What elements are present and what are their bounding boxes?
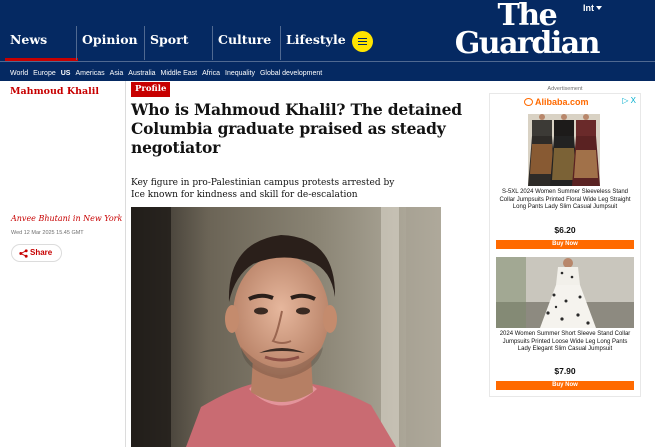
buy-now-button-1[interactable]: Buy Now bbox=[496, 240, 634, 249]
ad-header: Alibaba.com ▷ X bbox=[490, 94, 640, 108]
publish-date: Wed 12 Mar 2025 15.45 GMT bbox=[11, 230, 84, 236]
main-photo[interactable] bbox=[131, 207, 441, 447]
product-title-2: 2024 Women Summer Short Sleeve Stand Col… bbox=[499, 331, 631, 352]
headline: Who is Mahmoud Khalil? The detained Colu… bbox=[131, 100, 462, 157]
product-price-1: $6.20 bbox=[554, 225, 576, 235]
subnav-asia[interactable]: Asia bbox=[110, 70, 124, 77]
share-icon bbox=[19, 249, 28, 258]
pillar-sport[interactable]: Sport bbox=[144, 26, 212, 60]
hamburger-menu-icon[interactable] bbox=[352, 31, 373, 52]
ad-label: Advertisement bbox=[547, 86, 583, 92]
profile-tag: Profile bbox=[131, 82, 171, 97]
pillar-lifestyle[interactable]: Lifestyle bbox=[280, 26, 348, 60]
pillar-news[interactable]: News bbox=[5, 26, 78, 61]
series-link[interactable]: Mahmoud Khalil bbox=[10, 86, 99, 97]
byline[interactable]: Anvee Bhutani in New York bbox=[11, 214, 122, 223]
subnav-africa[interactable]: Africa bbox=[202, 70, 220, 77]
subnav-americas[interactable]: Americas bbox=[75, 70, 104, 77]
subnav: World Europe US Americas Asia Australia Middle… bbox=[0, 61, 655, 81]
advertisement[interactable]: Alibaba.com ▷ X S-5XL 2024 Women Summer … bbox=[489, 93, 641, 397]
subnav-europe[interactable]: Europe bbox=[33, 70, 56, 77]
subnav-world[interactable]: World bbox=[10, 70, 28, 77]
alibaba-logo-icon bbox=[524, 98, 533, 106]
product-title-1: S-5XL 2024 Women Summer Sleeveless Stand… bbox=[499, 189, 631, 210]
ad-close-button[interactable]: ▷ X bbox=[622, 96, 636, 105]
subnav-global-development[interactable]: Global development bbox=[260, 70, 322, 77]
standfirst: Key figure in pro-Palestinian campus pro… bbox=[131, 178, 395, 200]
article-meta: Mahmoud Khalil Anvee Bhutani in New York… bbox=[0, 81, 126, 447]
share-label: Share bbox=[30, 248, 53, 257]
masthead: Int The Guardian News Opinion Sport Cult… bbox=[0, 0, 655, 81]
share-button[interactable]: Share bbox=[11, 244, 62, 262]
product-image-2 bbox=[496, 257, 634, 328]
buy-now-button-2[interactable]: Buy Now bbox=[496, 381, 634, 390]
ad-brand: Alibaba.com bbox=[535, 97, 589, 107]
product-image-1 bbox=[496, 114, 634, 186]
pillar-culture[interactable]: Culture bbox=[212, 26, 280, 60]
subnav-middle-east[interactable]: Middle East bbox=[161, 70, 198, 77]
subnav-inequality[interactable]: Inequality bbox=[225, 70, 255, 77]
guardian-logo[interactable]: The Guardian bbox=[454, 1, 601, 61]
subnav-australia[interactable]: Australia bbox=[128, 70, 155, 77]
logo-line-2: Guardian bbox=[454, 25, 601, 61]
product-price-2: $7.90 bbox=[554, 366, 576, 376]
pillar-opinion[interactable]: Opinion bbox=[76, 26, 144, 60]
subnav-us[interactable]: US bbox=[61, 70, 71, 77]
